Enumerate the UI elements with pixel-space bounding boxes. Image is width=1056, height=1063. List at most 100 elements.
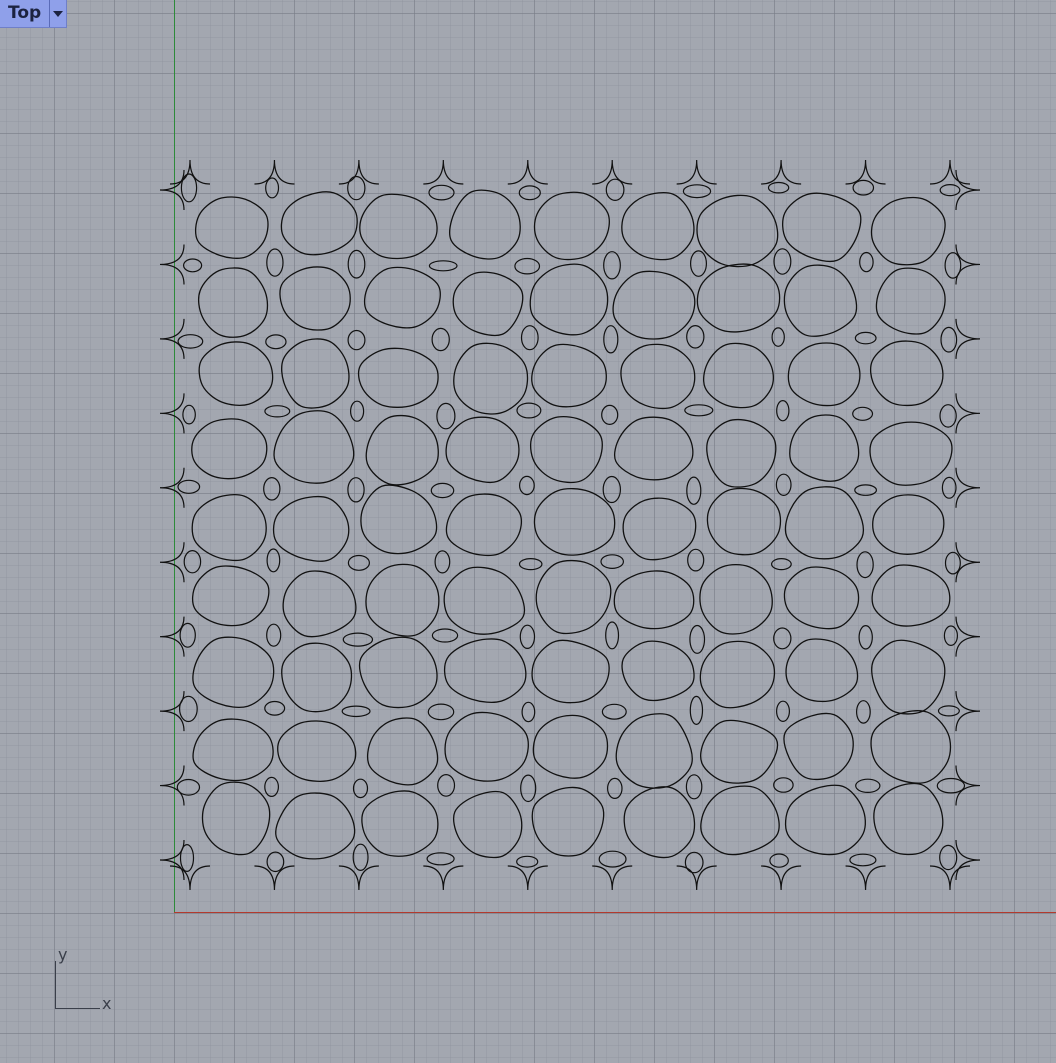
junction-ellipse[interactable] — [603, 325, 619, 354]
junction-ellipse[interactable] — [687, 548, 705, 572]
cell-curve[interactable] — [191, 565, 270, 627]
boundary-cusp[interactable] — [338, 159, 379, 185]
junction-ellipse[interactable] — [685, 774, 703, 800]
junction-ellipse[interactable] — [436, 402, 456, 430]
junction-ellipse[interactable] — [682, 184, 712, 199]
boundary-cusp[interactable] — [676, 865, 717, 891]
chevron-down-icon[interactable] — [49, 0, 66, 27]
boundary-cusp[interactable] — [169, 159, 211, 185]
boundary-cusp[interactable] — [761, 159, 802, 185]
cell-curve[interactable] — [272, 495, 350, 562]
junction-ellipse[interactable] — [605, 178, 625, 201]
junction-ellipse[interactable] — [775, 700, 790, 723]
junction-ellipse[interactable] — [520, 325, 539, 351]
cell-curve[interactable] — [201, 781, 271, 856]
cell-curve[interactable] — [452, 790, 523, 859]
junction-ellipse[interactable] — [684, 404, 714, 417]
boundary-cusp[interactable] — [676, 159, 717, 185]
junction-ellipse[interactable] — [937, 705, 960, 717]
boundary-cusp[interactable] — [929, 159, 971, 185]
junction-ellipse[interactable] — [769, 853, 789, 868]
cell-curve[interactable] — [620, 343, 696, 410]
junction-ellipse[interactable] — [519, 624, 536, 650]
junction-ellipse[interactable] — [684, 851, 704, 874]
junction-ellipse[interactable] — [606, 777, 623, 800]
junction-ellipse[interactable] — [854, 484, 877, 496]
cell-curve[interactable] — [365, 563, 440, 637]
cell-curve[interactable] — [615, 713, 693, 789]
junction-ellipse[interactable] — [943, 625, 959, 646]
boundary-cusp[interactable] — [159, 467, 185, 508]
boundary-cusp[interactable] — [159, 542, 185, 583]
cell-curve[interactable] — [789, 414, 860, 482]
junction-ellipse[interactable] — [686, 324, 705, 349]
junction-ellipse[interactable] — [939, 844, 958, 871]
junction-ellipse[interactable] — [773, 248, 792, 275]
cell-curve[interactable] — [785, 638, 859, 703]
boundary-cusp[interactable] — [845, 865, 886, 891]
cell-curve[interactable] — [783, 566, 860, 630]
junction-ellipse[interactable] — [858, 624, 873, 650]
cell-curve[interactable] — [443, 638, 527, 703]
boundary-cusp[interactable] — [254, 865, 295, 891]
junction-ellipse[interactable] — [430, 482, 455, 499]
cell-curve[interactable] — [623, 786, 696, 859]
cell-curve[interactable] — [452, 271, 524, 337]
junction-ellipse[interactable] — [852, 179, 875, 196]
cell-curve[interactable] — [443, 566, 526, 635]
cell-curve[interactable] — [696, 263, 781, 333]
junction-ellipse[interactable] — [342, 632, 374, 647]
junction-ellipse[interactable] — [264, 776, 280, 798]
cell-curve[interactable] — [696, 194, 779, 268]
junction-ellipse[interactable] — [941, 476, 957, 499]
junction-ellipse[interactable] — [516, 402, 542, 419]
junction-ellipse[interactable] — [516, 855, 539, 868]
cell-curve[interactable] — [529, 416, 603, 484]
junction-ellipse[interactable] — [689, 250, 707, 277]
junction-ellipse[interactable] — [767, 181, 790, 194]
junction-ellipse[interactable] — [352, 778, 369, 799]
junction-ellipse[interactable] — [428, 184, 455, 201]
junction-ellipse[interactable] — [518, 185, 541, 201]
boundary-cusp[interactable] — [423, 865, 464, 891]
cell-curve[interactable] — [869, 421, 953, 486]
junction-ellipse[interactable] — [939, 404, 957, 428]
junction-ellipse[interactable] — [347, 329, 366, 351]
junction-ellipse[interactable] — [426, 852, 455, 866]
junction-ellipse[interactable] — [266, 623, 282, 647]
cell-curve[interactable] — [277, 720, 357, 782]
boundary-cusp[interactable] — [159, 169, 185, 211]
boundary-cusp[interactable] — [507, 865, 548, 891]
cell-curve[interactable] — [360, 484, 438, 555]
cell-curve[interactable] — [784, 486, 864, 560]
junction-ellipse[interactable] — [352, 843, 369, 872]
junction-ellipse[interactable] — [773, 777, 794, 793]
boundary-cusp[interactable] — [507, 159, 548, 185]
boundary-cusp[interactable] — [423, 159, 464, 185]
junction-ellipse[interactable] — [776, 400, 790, 422]
cell-curve[interactable] — [872, 494, 945, 555]
junction-ellipse[interactable] — [598, 850, 627, 868]
junction-ellipse[interactable] — [347, 175, 366, 201]
cell-curve[interactable] — [198, 341, 274, 407]
boundary-cusp[interactable] — [955, 839, 981, 881]
cell-curve[interactable] — [870, 196, 946, 266]
junction-ellipse[interactable] — [265, 334, 287, 350]
cell-curve[interactable] — [194, 196, 269, 259]
junction-ellipse[interactable] — [602, 475, 622, 504]
cell-curve[interactable] — [702, 342, 775, 409]
cell-curve[interactable] — [445, 493, 523, 557]
cell-curve[interactable] — [706, 487, 782, 556]
cell-curve[interactable] — [535, 559, 612, 635]
cell-curve[interactable] — [453, 342, 529, 415]
cell-curve[interactable] — [358, 636, 438, 709]
cell-curve[interactable] — [531, 343, 607, 408]
junction-ellipse[interactable] — [600, 554, 624, 569]
boundary-cusp[interactable] — [159, 691, 185, 732]
junction-ellipse[interactable] — [347, 477, 365, 503]
cell-curve[interactable] — [532, 714, 609, 779]
cell-curve[interactable] — [279, 266, 351, 331]
junction-ellipse[interactable] — [428, 260, 458, 272]
cell-curve[interactable] — [281, 642, 353, 713]
boundary-cusp[interactable] — [955, 616, 981, 657]
